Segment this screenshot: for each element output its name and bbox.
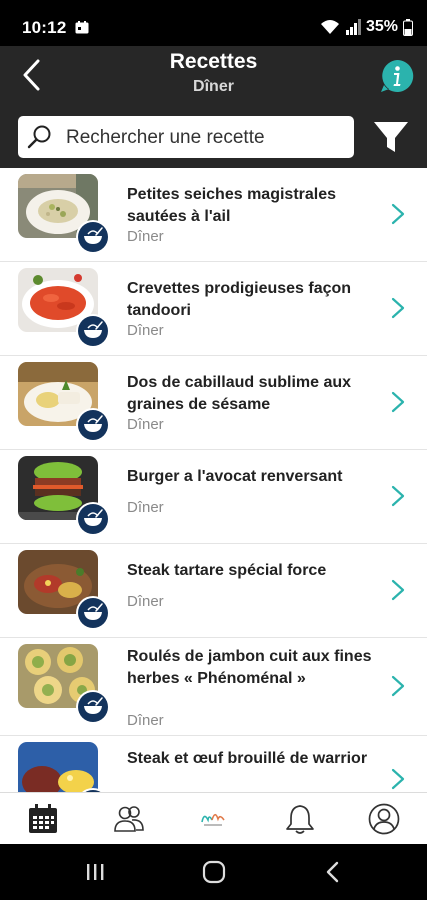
list-item[interactable]: Petites seiches magistrales sautées à l'… <box>0 168 427 262</box>
list-item[interactable]: Crevettes prodigieuses façon tandoori Dî… <box>0 262 427 356</box>
recipe-title: Crevettes prodigieuses façon tandoori <box>127 280 352 319</box>
info-icon[interactable] <box>379 58 415 94</box>
bell-icon[interactable] <box>283 802 317 836</box>
status-time: 10:12 <box>22 18 67 37</box>
battery-percent: 35% <box>365 18 398 35</box>
chevron-right-icon <box>391 675 405 697</box>
battery-icon <box>403 18 413 36</box>
recipe-category: Dîner <box>127 593 164 610</box>
list-item[interactable]: Burger a l'avocat renversant Dîner <box>0 450 427 544</box>
chevron-right-icon <box>391 391 405 413</box>
meal-icon <box>76 408 110 442</box>
search-icon <box>27 125 51 149</box>
chevron-right-icon <box>391 485 405 507</box>
bottom-nav <box>0 792 427 844</box>
chevron-right-icon <box>391 297 405 319</box>
meal-icon <box>76 314 110 348</box>
meal-icon <box>76 220 110 254</box>
home-icon[interactable] <box>201 860 227 884</box>
recipe-title: Dos de cabillaud sublime aux graines de … <box>127 374 352 413</box>
recipe-title: Roulés de jambon cuit aux fines herbes «… <box>127 648 372 687</box>
wifi-icon <box>320 20 339 34</box>
status-right: 35% <box>320 17 413 37</box>
recipe-category: Dîner <box>127 228 164 245</box>
recipe-thumbnail <box>18 742 98 792</box>
chevron-right-icon <box>391 579 405 601</box>
recipe-category: Dîner <box>127 499 164 516</box>
community-icon[interactable] <box>112 802 146 836</box>
recipe-category: Dîner <box>127 712 164 729</box>
filter-icon[interactable] <box>373 119 409 155</box>
profile-icon[interactable] <box>367 802 401 836</box>
recipe-category: Dîner <box>127 322 164 339</box>
list-item[interactable]: Dos de cabillaud sublime aux graines de … <box>0 356 427 450</box>
status-bar: 10:12 35% <box>0 0 427 46</box>
meal-icon <box>76 502 110 536</box>
recipe-title: Steak tartare spécial force <box>127 562 327 579</box>
calendar-notification-icon <box>75 21 89 34</box>
recent-apps-icon[interactable] <box>82 860 108 884</box>
list-item[interactable]: Roulés de jambon cuit aux fines herbes «… <box>0 638 427 736</box>
signal-icon <box>345 19 361 35</box>
list-item[interactable]: Steak tartare spécial force Dîner <box>0 544 427 638</box>
recipe-category: Dîner <box>127 416 164 433</box>
meal-icon <box>76 596 110 630</box>
list-item[interactable]: Steak et œuf brouillé de warrior <box>0 736 427 792</box>
page-title: Recettes <box>169 50 258 73</box>
recipe-title: Petites seiches magistrales sautées à l'… <box>127 186 337 225</box>
system-back-icon[interactable] <box>321 860 347 884</box>
chevron-right-icon <box>391 768 405 790</box>
recipe-title: Steak et œuf brouillé de warrior <box>127 750 368 767</box>
calendar-icon[interactable] <box>26 802 60 836</box>
app-logo-icon[interactable] <box>196 802 230 836</box>
recipe-list: Petites seiches magistrales sautées à l'… <box>0 168 427 792</box>
meal-icon <box>76 690 110 724</box>
search-input[interactable]: Rechercher une recette <box>18 116 354 158</box>
page-subtitle: Dîner <box>193 78 234 95</box>
recipe-title: Burger a l'avocat renversant <box>127 468 343 485</box>
chevron-right-icon <box>391 203 405 225</box>
app-header: Recettes Dîner Rechercher une recette <box>0 46 427 168</box>
system-nav-bar <box>0 844 427 900</box>
search-placeholder: Rechercher une recette <box>66 127 265 148</box>
